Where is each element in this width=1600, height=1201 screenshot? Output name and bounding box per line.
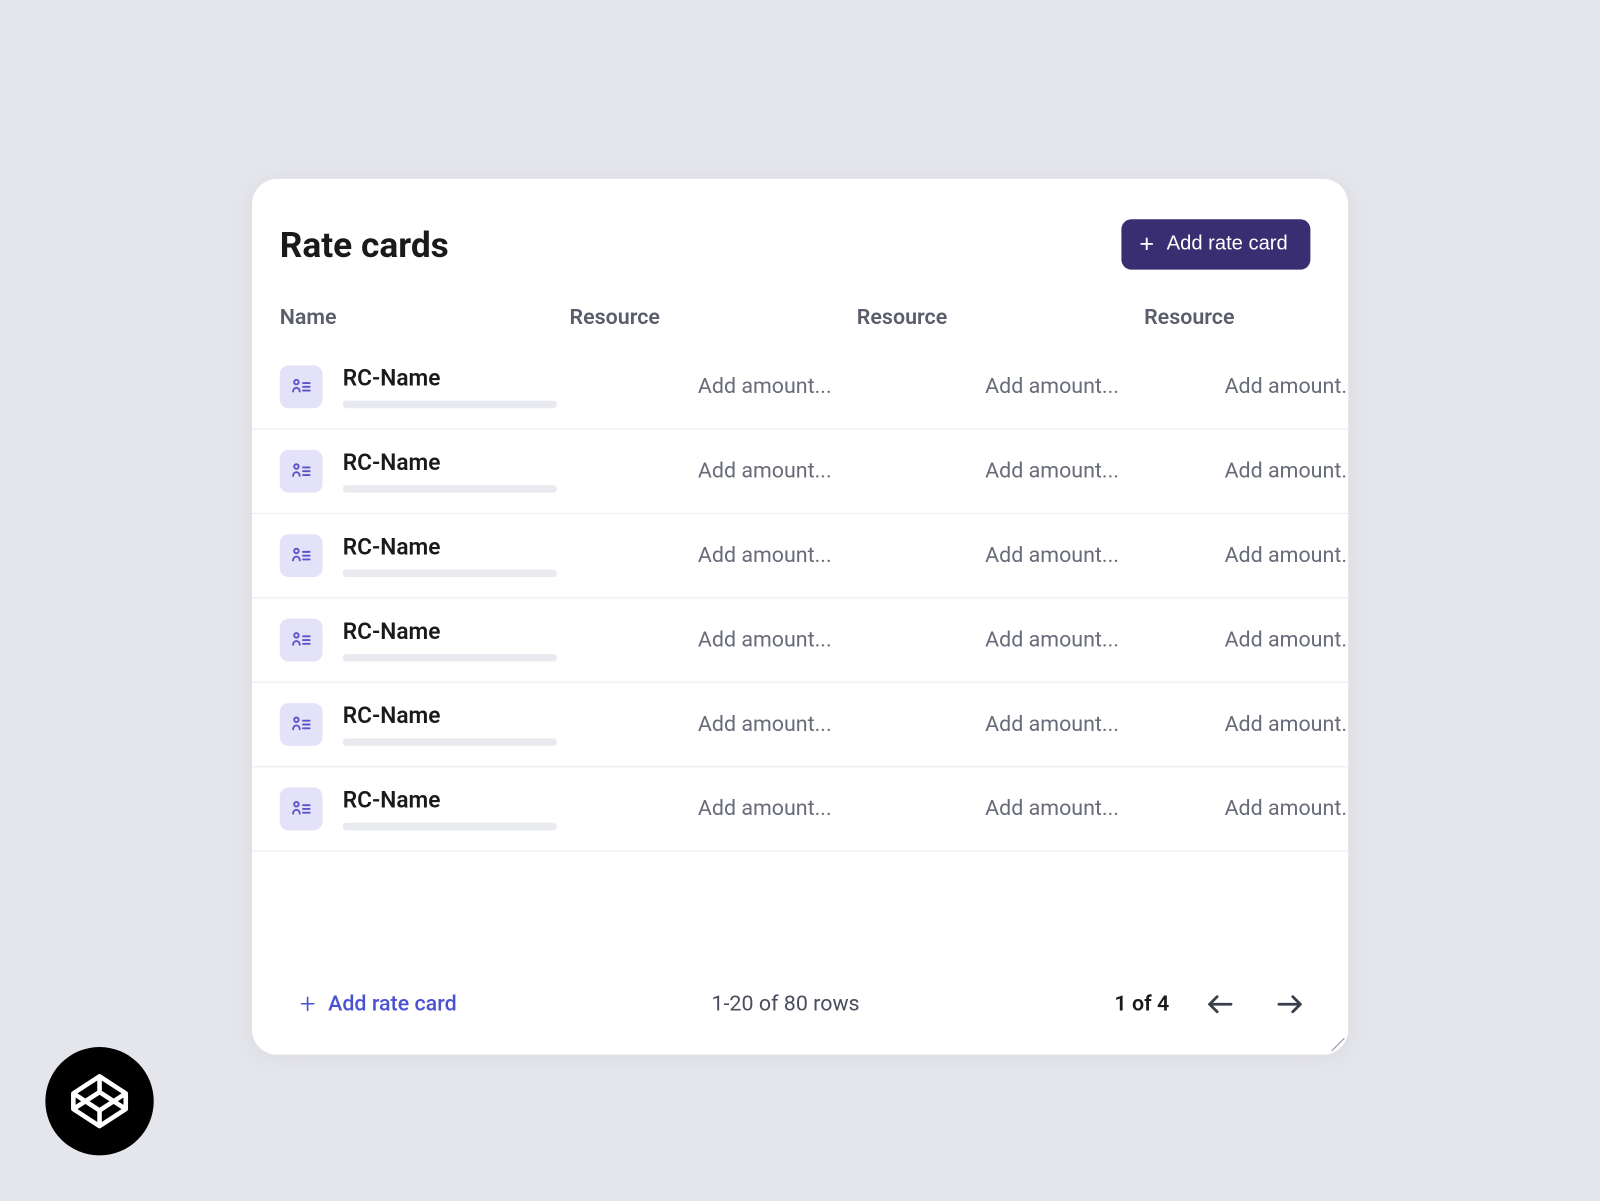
resize-handle-icon[interactable] bbox=[1328, 1034, 1346, 1052]
codepen-logo[interactable] bbox=[45, 1047, 153, 1155]
add-rate-card-button-label: Add rate card bbox=[1167, 233, 1288, 256]
amount-input[interactable]: Add amount... bbox=[698, 543, 832, 568]
rate-card-icon bbox=[280, 450, 323, 493]
add-rate-card-link-label: Add rate card bbox=[328, 992, 457, 1017]
add-rate-card-button[interactable]: + Add rate card bbox=[1122, 219, 1311, 269]
rate-card-icon bbox=[280, 534, 323, 577]
amount-input[interactable]: Add amount... bbox=[985, 459, 1119, 484]
amount-input[interactable]: Add amount... bbox=[985, 712, 1119, 737]
column-name: Name bbox=[280, 305, 570, 330]
next-page-button[interactable] bbox=[1270, 987, 1310, 1022]
column-resource-2: Resource bbox=[857, 305, 1144, 330]
amount-input[interactable]: Add amount... bbox=[698, 712, 832, 737]
amount-input[interactable]: Add amount... bbox=[698, 796, 832, 821]
amount-input[interactable]: Add amount... bbox=[985, 796, 1119, 821]
skeleton-line bbox=[343, 654, 557, 662]
rate-cards-table: Name Resource Resource Resource bbox=[252, 287, 1348, 851]
amount-input[interactable]: Add amount... bbox=[1225, 543, 1349, 568]
skeleton-line bbox=[343, 570, 557, 578]
amount-input[interactable]: Add amount... bbox=[698, 627, 832, 652]
amount-input[interactable]: Add amount... bbox=[1225, 627, 1349, 652]
table-row[interactable]: RC-Name Add amount... Add amount... Add … bbox=[252, 430, 1348, 514]
rate-card-name: RC-Name bbox=[343, 788, 557, 814]
add-rate-card-link[interactable]: + Add rate card bbox=[290, 988, 457, 1020]
table-header: Name Resource Resource Resource bbox=[252, 287, 1348, 345]
amount-input[interactable]: Add amount... bbox=[1225, 712, 1349, 737]
amount-input[interactable]: Add amount... bbox=[1225, 796, 1349, 821]
rate-card-icon bbox=[280, 788, 323, 831]
table-rows: RC-Name Add amount... Add amount... Add … bbox=[252, 345, 1348, 852]
amount-input[interactable]: Add amount... bbox=[985, 374, 1119, 399]
table-row[interactable]: RC-Name Add amount... Add amount... Add … bbox=[252, 514, 1348, 598]
rate-card-icon bbox=[280, 703, 323, 746]
panel-footer: + Add rate card 1-20 of 80 rows 1 of 4 bbox=[252, 954, 1348, 1055]
rate-cards-panel: Rate cards + Add rate card Name Resource… bbox=[252, 179, 1348, 1055]
skeleton-line bbox=[343, 401, 557, 409]
page-indicator: 1 of 4 bbox=[1114, 992, 1169, 1017]
rate-card-name: RC-Name bbox=[343, 619, 557, 645]
table-row[interactable]: RC-Name Add amount... Add amount... Add … bbox=[252, 599, 1348, 683]
plus-icon: + bbox=[1139, 232, 1154, 257]
amount-input[interactable]: Add amount... bbox=[1225, 459, 1349, 484]
table-row[interactable]: RC-Name Add amount... Add amount... Add … bbox=[252, 345, 1348, 429]
rate-card-name: RC-Name bbox=[343, 703, 557, 729]
rate-card-name: RC-Name bbox=[343, 365, 557, 391]
amount-input[interactable]: Add amount... bbox=[985, 543, 1119, 568]
amount-input[interactable]: Add amount... bbox=[985, 627, 1119, 652]
page-title: Rate cards bbox=[280, 224, 449, 266]
amount-input[interactable]: Add amount... bbox=[698, 459, 832, 484]
arrow-right-icon bbox=[1275, 992, 1305, 1017]
column-resource-1: Resource bbox=[570, 305, 857, 330]
table-row[interactable]: RC-Name Add amount... Add amount... Add … bbox=[252, 683, 1348, 767]
amount-input[interactable]: Add amount... bbox=[698, 374, 832, 399]
skeleton-line bbox=[343, 823, 557, 831]
plus-icon: + bbox=[300, 988, 316, 1020]
skeleton-line bbox=[343, 738, 557, 746]
rows-count-text: 1-20 of 80 rows bbox=[711, 992, 859, 1017]
table-row[interactable]: RC-Name Add amount... Add amount... Add … bbox=[252, 767, 1348, 851]
amount-input[interactable]: Add amount... bbox=[1225, 374, 1349, 399]
rate-card-icon bbox=[280, 619, 323, 662]
column-resource-3: Resource bbox=[1144, 305, 1348, 330]
codepen-icon bbox=[67, 1068, 133, 1134]
rate-card-name: RC-Name bbox=[343, 534, 557, 560]
skeleton-line bbox=[343, 485, 557, 493]
rate-card-icon bbox=[280, 365, 323, 408]
scroll-fade bbox=[252, 891, 1348, 954]
previous-page-button[interactable] bbox=[1200, 987, 1240, 1022]
panel-header: Rate cards + Add rate card bbox=[252, 179, 1348, 287]
arrow-left-icon bbox=[1205, 992, 1235, 1017]
rate-card-name: RC-Name bbox=[343, 450, 557, 476]
